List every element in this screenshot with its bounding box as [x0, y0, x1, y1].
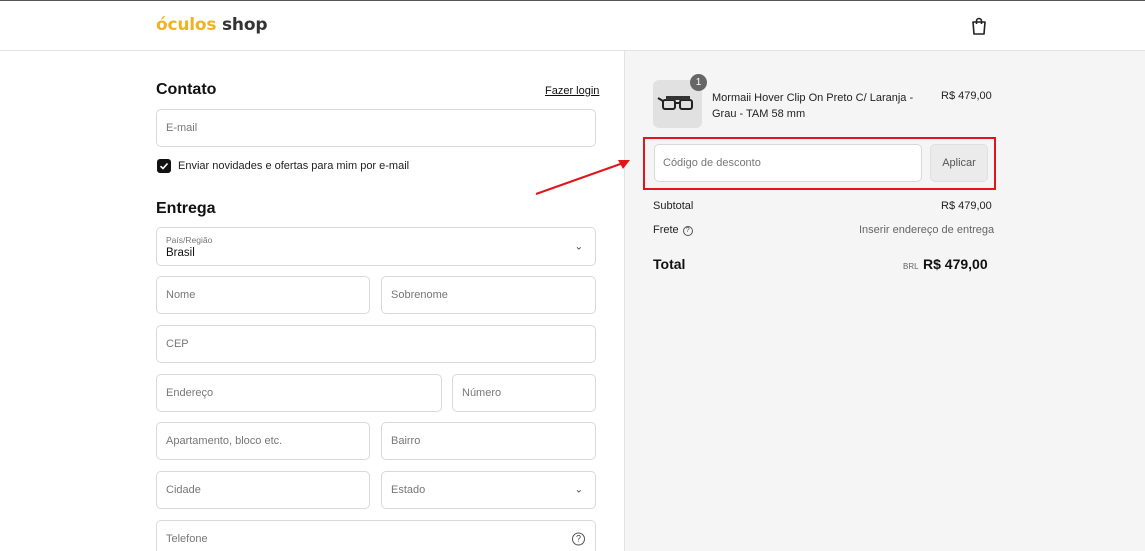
checkmark-icon: [159, 162, 169, 170]
country-select[interactable]: País/Região Brasil ⌄: [156, 227, 596, 266]
number-placeholder: Número: [462, 387, 502, 399]
last-name-placeholder: Sobrenome: [391, 289, 448, 301]
logo-text-shop: shop: [222, 15, 268, 35]
phone-placeholder: Telefone: [166, 533, 208, 545]
apartment-placeholder: Apartamento, bloco etc.: [166, 435, 283, 447]
district-field[interactable]: Bairro: [381, 422, 596, 460]
shop-logo[interactable]: óculos shop: [156, 15, 267, 35]
number-field[interactable]: Número: [452, 374, 596, 412]
state-select[interactable]: Estado ⌄: [381, 471, 596, 509]
chevron-down-icon: ⌄: [574, 484, 583, 496]
login-link[interactable]: Fazer login: [545, 85, 599, 97]
chevron-down-icon: ⌄: [574, 241, 583, 252]
last-name-field[interactable]: Sobrenome: [381, 276, 596, 314]
help-icon[interactable]: ?: [682, 226, 693, 236]
help-icon[interactable]: ?: [572, 532, 585, 546]
first-name-field[interactable]: Nome: [156, 276, 370, 314]
shipping-value: Inserir endereço de entrega: [859, 224, 995, 236]
quantity-badge: 1: [690, 74, 707, 91]
shipping-row: Frete?: [653, 224, 693, 236]
total-value: R$ 479,00: [923, 256, 988, 272]
country-value: Brasil: [166, 247, 195, 259]
newsletter-label: Enviar novidades e ofertas para mim por …: [178, 160, 410, 172]
shipping-label: Frete: [653, 224, 679, 236]
product-name: Mormaii Hover Clip On Preto C/ Laranja -…: [712, 92, 914, 120]
newsletter-checkbox[interactable]: [157, 159, 171, 173]
product-price: R$ 479,00: [941, 90, 992, 102]
apartment-field[interactable]: Apartamento, bloco etc.: [156, 422, 370, 460]
city-field[interactable]: Cidade: [156, 471, 370, 509]
address-placeholder: Endereço: [166, 387, 214, 399]
country-label: País/Região: [166, 235, 213, 245]
currency-code: BRL: [903, 262, 919, 271]
phone-field[interactable]: Telefone ?: [156, 520, 596, 551]
logo-text-oculos: óculos: [156, 15, 217, 35]
delivery-heading: Entrega: [156, 200, 216, 217]
subtotal-value: R$ 479,00: [941, 200, 992, 212]
annotation-arrow-icon: [535, 160, 630, 195]
email-placeholder: E-mail: [166, 122, 198, 134]
total-label: Total: [653, 256, 686, 272]
district-placeholder: Bairro: [391, 435, 421, 447]
shopping-bag-icon[interactable]: [971, 17, 987, 35]
discount-placeholder: Código de desconto: [663, 157, 761, 169]
discount-code-input[interactable]: Código de desconto: [654, 144, 922, 182]
email-field[interactable]: E-mail: [156, 109, 596, 147]
first-name-placeholder: Nome: [166, 289, 196, 301]
cep-field[interactable]: CEP: [156, 325, 596, 363]
apply-discount-button[interactable]: Aplicar: [930, 144, 988, 182]
address-field[interactable]: Endereço: [156, 374, 442, 412]
contact-heading: Contato: [156, 81, 217, 98]
order-summary-panel: [624, 51, 1145, 551]
cep-placeholder: CEP: [166, 338, 189, 350]
header-bar: óculos shop: [0, 0, 1145, 51]
city-placeholder: Cidade: [166, 484, 201, 496]
subtotal-label: Subtotal: [653, 200, 694, 212]
state-placeholder: Estado: [391, 484, 426, 496]
